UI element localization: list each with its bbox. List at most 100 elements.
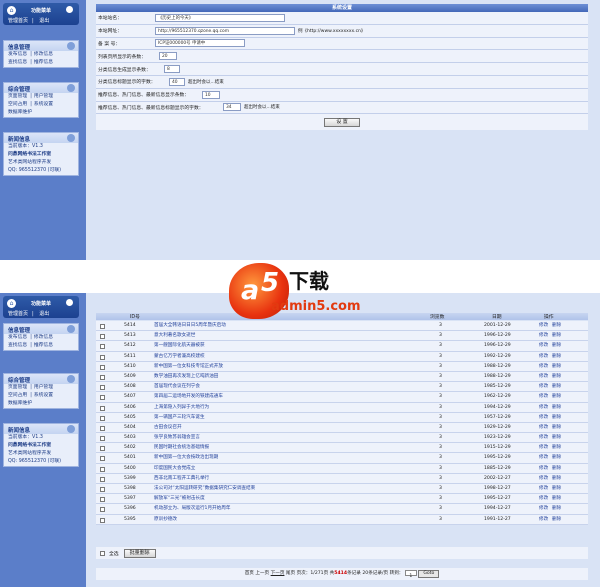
collapse-toggle-icon[interactable] (66, 6, 73, 13)
row-title-link[interactable]: 法公司对“太阳运转研究”数据集研究仁安调查结束 (154, 484, 255, 494)
row-title-link[interactable]: 首届现代会议在列宁会 (154, 382, 200, 392)
menu-link[interactable]: 发布信息 (8, 335, 27, 340)
prev-page-link[interactable]: 上一页 (255, 571, 269, 576)
goto-button[interactable]: Goto (418, 570, 440, 578)
menu-link[interactable]: 修改信息 (34, 335, 53, 340)
menu-link[interactable]: 修改信息 (34, 52, 53, 57)
row-edit-link[interactable]: 修改 (539, 382, 548, 392)
collapse-toggle-icon[interactable] (66, 299, 73, 306)
submit-button[interactable]: 设 置 (324, 118, 360, 128)
row-edit-link[interactable]: 修改 (539, 464, 548, 474)
row-checkbox[interactable] (100, 354, 105, 360)
row-checkbox[interactable] (100, 425, 105, 431)
row-checkbox[interactable] (100, 517, 105, 523)
menu-link[interactable]: 发布信息 (8, 52, 27, 57)
row-delete-link[interactable]: 删除 (552, 372, 561, 382)
row-checkbox[interactable] (100, 364, 105, 370)
row-delete-link[interactable]: 删除 (552, 515, 561, 525)
row-edit-link[interactable]: 修改 (539, 413, 548, 423)
row-title-link[interactable]: 上海第隐入列异于大地行为 (154, 403, 209, 413)
row-edit-link[interactable]: 修改 (539, 433, 548, 443)
row-checkbox[interactable] (100, 344, 105, 350)
row-delete-link[interactable]: 删除 (552, 331, 561, 341)
menu-link[interactable]: 用户管理 (34, 94, 53, 99)
icp-input[interactable]: ICP证000000号 申请中 (155, 39, 245, 48)
row-title-link[interactable]: 第四届二运场地开发的铁建成通车 (154, 392, 223, 402)
row-edit-link[interactable]: 修改 (539, 504, 548, 514)
row-edit-link[interactable]: 修改 (539, 331, 548, 341)
menu-link[interactable]: 页面管理 (8, 94, 27, 99)
row-checkbox[interactable] (100, 507, 105, 513)
row-delete-link[interactable]: 删除 (552, 392, 561, 402)
menu-info-title[interactable]: 信息管理 (8, 45, 30, 51)
category-title-length-input[interactable]: 40 (169, 77, 185, 86)
row-delete-link[interactable]: 删除 (552, 413, 561, 423)
row-title-link[interactable]: 古田会议召开 (154, 423, 182, 433)
row-title-link[interactable]: 第一辆国产三轮汽车诞生 (154, 413, 205, 423)
row-edit-link[interactable]: 修改 (539, 372, 548, 382)
site-url-input[interactable]: http://965512370.qzone.qq.com (155, 26, 295, 35)
row-checkbox[interactable] (100, 324, 105, 329)
featured-title-length-input[interactable]: 34 (223, 103, 241, 112)
row-delete-link[interactable]: 删除 (552, 443, 561, 453)
menu-link[interactable]: 系统设置 (34, 393, 53, 398)
admin-home-link[interactable]: 管理首页 (8, 311, 28, 317)
batch-delete-button[interactable]: 批量删除 (123, 548, 156, 558)
menu-link[interactable]: 推荐信息 (34, 60, 53, 65)
menu-link[interactable]: 数据库维护 (8, 401, 32, 406)
row-checkbox[interactable] (100, 456, 105, 462)
menu-link[interactable]: 数据库维护 (8, 110, 32, 115)
row-title-link[interactable]: 张学良致苏翁雄会宣言 (154, 433, 200, 443)
row-checkbox[interactable] (100, 385, 105, 391)
row-checkbox[interactable] (100, 334, 105, 340)
first-page-link[interactable]: 首页 (245, 571, 254, 576)
row-edit-link[interactable]: 修改 (539, 392, 548, 402)
row-title-link[interactable]: 数学油田再次发现上亿吨新油田 (154, 372, 218, 382)
row-title-link[interactable]: 解放军“三光”被射击长度 (154, 494, 205, 504)
row-title-link[interactable]: 意大利著名歌女逝世 (154, 331, 195, 341)
row-edit-link[interactable]: 修改 (539, 341, 548, 351)
row-checkbox[interactable] (100, 405, 105, 411)
row-edit-link[interactable]: 修改 (539, 515, 548, 525)
row-checkbox[interactable] (100, 487, 105, 492)
menu-link[interactable]: 空间占用 (8, 102, 27, 107)
row-delete-link[interactable]: 删除 (552, 382, 561, 392)
row-delete-link[interactable]: 删除 (552, 504, 561, 514)
row-delete-link[interactable]: 删除 (552, 341, 561, 351)
row-checkbox[interactable] (100, 395, 105, 401)
row-edit-link[interactable]: 修改 (539, 321, 548, 331)
row-edit-link[interactable]: 修改 (539, 484, 548, 494)
row-title-link[interactable]: 西非北南工程开工典礼举行 (154, 474, 209, 484)
row-delete-link[interactable]: 删除 (552, 321, 561, 331)
row-edit-link[interactable]: 修改 (539, 443, 548, 453)
row-edit-link[interactable]: 修改 (539, 423, 548, 433)
menu-link[interactable]: 空间占用 (8, 393, 27, 398)
row-checkbox[interactable] (100, 415, 105, 421)
row-checkbox[interactable] (100, 436, 105, 442)
row-checkbox[interactable] (100, 374, 105, 380)
row-edit-link[interactable]: 修改 (539, 494, 548, 504)
row-delete-link[interactable]: 删除 (552, 474, 561, 484)
menu-link[interactable]: 查找信息 (8, 60, 27, 65)
site-name-input[interactable]: 《历史上的今天》 (155, 13, 285, 22)
row-delete-link[interactable]: 删除 (552, 423, 561, 433)
next-page-link[interactable]: 下一页 (271, 571, 285, 576)
row-delete-link[interactable]: 删除 (552, 362, 561, 372)
row-delete-link[interactable]: 删除 (552, 433, 561, 443)
row-delete-link[interactable]: 删除 (552, 464, 561, 474)
row-checkbox[interactable] (100, 476, 105, 482)
last-page-link[interactable]: 尾页 (286, 571, 295, 576)
menu-link[interactable]: 推荐信息 (34, 343, 53, 348)
row-title-link[interactable]: 第一艘国际化航天器被获 (154, 341, 205, 351)
menu-general-title[interactable]: 综合管理 (8, 87, 30, 93)
row-title-link[interactable]: 机动部立为、局版次运行1月开始周年 (154, 504, 230, 514)
select-all-checkbox[interactable] (100, 550, 105, 556)
row-delete-link[interactable]: 删除 (552, 453, 561, 463)
menu-link[interactable]: 系统设置 (34, 102, 53, 107)
row-title-link[interactable]: 首届大全韩语日日日5周年暨庆启动 (154, 321, 226, 331)
admin-home-link[interactable]: 管理首页 (8, 18, 28, 24)
menu-info-title[interactable]: 信息管理 (8, 328, 30, 334)
row-edit-link[interactable]: 修改 (539, 453, 548, 463)
row-title-link[interactable]: 民国时期社会统治基础情报 (154, 443, 209, 453)
row-title-link[interactable]: 新中国第一位女科技专馆正式开放 (154, 362, 223, 372)
